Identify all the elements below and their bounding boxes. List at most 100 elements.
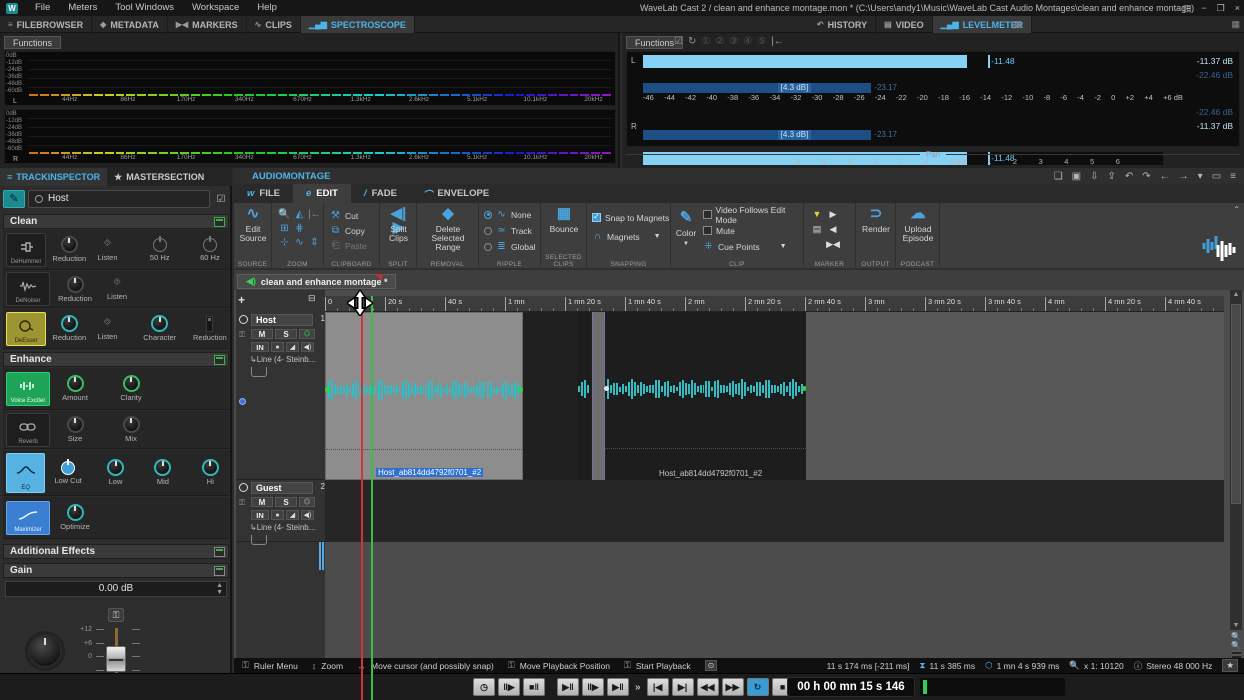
gain-fader-handle[interactable] [106, 646, 126, 672]
go-end-button[interactable]: ▶| [672, 678, 694, 696]
edit-source-button[interactable]: ∿Edit Source [238, 207, 268, 243]
ribbon-collapse-chevron[interactable]: ⌃ [1233, 205, 1240, 214]
spinner-icons[interactable]: ▲▼ [216, 582, 223, 596]
quick-icon[interactable]: ≡ [1230, 171, 1236, 182]
zoom-selection-icon[interactable]: 🔍 [277, 209, 292, 223]
tab-markers[interactable]: ▶◀MARKERS [168, 16, 247, 33]
zoom-stack-icon[interactable]: ⋕ [292, 223, 307, 237]
lm-toolbar-icon[interactable]: ↻ [688, 36, 696, 47]
loop-button[interactable]: ↻ [747, 678, 769, 696]
reverb-tile[interactable]: Reverb [6, 413, 50, 447]
quick-icon[interactable]: → [1179, 171, 1189, 182]
lm-toolbar-icon[interactable]: ④ [743, 36, 752, 47]
add-track-button[interactable]: + [238, 293, 245, 307]
dehummer-60hz-button[interactable]: 60 Hz [191, 238, 229, 262]
exciter-clarity-knob[interactable]: Clarity [110, 375, 152, 402]
clip-unselected[interactable]: Host_ab814dd4792f0701_#2 [605, 312, 806, 480]
play-from-button[interactable]: ‖▶ [498, 678, 520, 696]
lm-toolbar-icon[interactable]: ☑ [674, 36, 683, 47]
time-ruler[interactable]: 020 s40 s1 mn1 mn 20 s1 mn 40 s2 mn2 mn … [325, 296, 1224, 312]
eq-mid-knob[interactable]: Mid [144, 459, 181, 486]
ripple-none-radio[interactable]: ∿None [484, 208, 536, 221]
clip-handle[interactable] [518, 387, 523, 392]
routing-checkbox-icon[interactable]: ☑ [213, 194, 229, 205]
track-name-field[interactable]: Host [28, 190, 210, 208]
trim-icon[interactable] [251, 367, 267, 377]
window-minimize-icon[interactable]: − [1201, 0, 1206, 16]
mute-button[interactable]: M [251, 497, 273, 507]
spectroscope-functions-button[interactable]: Functions [4, 36, 61, 49]
monitor-icon[interactable]: ◢ [286, 342, 299, 352]
render-button[interactable]: ⊃Render [861, 207, 891, 234]
delete-selected-range-button[interactable]: ◆Delete Selected Range [420, 207, 476, 252]
tab-spectroscope[interactable]: ▁▄▆SPECTROSCOPE [301, 16, 415, 33]
dehummer-50hz-button[interactable]: 50 Hz [141, 238, 179, 262]
menu-help[interactable]: Help [248, 0, 286, 16]
rewind-button[interactable]: ◀◀ [697, 678, 719, 696]
ripple-global-radio[interactable]: ≣Global [484, 240, 536, 253]
effects-button[interactable]: ⏣ [299, 497, 315, 507]
quick-icon[interactable]: ↶ [1125, 171, 1133, 182]
quick-icon[interactable]: ▭ [1212, 171, 1221, 182]
marker-list-icon[interactable]: ▤ [809, 224, 825, 239]
envelope-line[interactable] [605, 448, 806, 449]
tab-track-inspector[interactable]: ≡TRACKINSPECTOR [0, 168, 107, 186]
marker-next-icon[interactable]: ▶ [825, 209, 841, 224]
window-icon[interactable] [214, 217, 225, 227]
clip-handle[interactable] [604, 386, 609, 391]
marker-drop-icon[interactable]: ▼ [809, 209, 825, 224]
exciter-amount-knob[interactable]: Amount [54, 375, 96, 402]
clip-fragment[interactable] [577, 312, 591, 480]
vertical-scrollbar[interactable]: ▲▼ [1230, 290, 1242, 630]
window-close-icon[interactable]: × [1235, 0, 1240, 16]
denoiser-reduction-knob[interactable]: Reduction [54, 276, 96, 303]
section-enhance[interactable]: Enhance [3, 352, 229, 367]
ribbon-tab-edit[interactable]: eEDIT [293, 184, 351, 203]
cursor-position[interactable]: ⧗11 s 385 ms [920, 660, 976, 671]
bounce-button[interactable]: ▦Bounce [546, 207, 582, 234]
track-panel-icon[interactable]: ⊟ [308, 293, 316, 304]
track-name[interactable]: Host [251, 314, 313, 326]
transport-more-label[interactable]: » [632, 682, 644, 693]
input-button[interactable]: IN [251, 510, 269, 520]
lm-toolbar-icon[interactable]: ② [715, 36, 724, 47]
magnets-menu[interactable]: ∩Magnets▼ [592, 230, 669, 243]
tab-filebrowser[interactable]: ≡FILEBROWSER [0, 16, 92, 33]
menu-workspace[interactable]: Workspace [183, 0, 248, 16]
input-button[interactable]: IN [251, 342, 269, 352]
rename-icon[interactable]: ✎ [3, 190, 25, 208]
clip-handle[interactable] [325, 387, 330, 392]
guest-track-lane[interactable] [325, 480, 1224, 542]
input-device-label[interactable]: ↳Line (4- Steinb... [250, 355, 315, 364]
window-icon[interactable] [214, 566, 225, 576]
window-maximize-icon[interactable]: ❐ [1217, 0, 1225, 16]
lm-toolbar-icon[interactable]: ③ [729, 36, 738, 47]
window-icon[interactable] [214, 547, 225, 557]
zoom-clip-icon[interactable]: ◭ [292, 209, 307, 223]
cue-points-menu[interactable]: ⁜Cue Points▼ [703, 240, 803, 253]
mute-button[interactable]: M [251, 329, 273, 339]
deesser-character-knob[interactable]: Character [141, 315, 179, 342]
play-post-roll-button[interactable]: ▶‖ [607, 678, 629, 696]
ribbon-tab-envelope[interactable]: ⌒ENVELOPE [410, 184, 502, 203]
tab-metadata[interactable]: ◆METADATA [92, 16, 168, 33]
star-icon[interactable]: ★ [1222, 659, 1238, 672]
menu-tool-windows[interactable]: Tool Windows [106, 0, 183, 16]
zoom-cursor-icon[interactable]: ⊹ [277, 237, 292, 251]
quick-icon[interactable]: ← [1160, 171, 1170, 182]
tab-video[interactable]: ▤VIDEO [876, 16, 933, 33]
eq-hi-knob[interactable]: Hi [192, 459, 229, 486]
host-track-lane[interactable]: Host_ab814dd4792f0701_#2 Host_ab814dd479… [325, 312, 1224, 480]
solo-button[interactable]: S [275, 329, 297, 339]
eq-tile[interactable]: EQ [6, 453, 45, 493]
denoiser-tile[interactable]: DeNoiser [6, 272, 50, 306]
ripple-track-radio[interactable]: ≃Track [484, 224, 536, 237]
go-start-button[interactable]: |◀ [647, 678, 669, 696]
clip-color-button[interactable]: ✎Color▼ [673, 211, 699, 249]
dehummer-reduction-knob[interactable]: Reduction [50, 236, 88, 263]
timecode-button[interactable]: ◷ [473, 678, 495, 696]
speaker-icon[interactable]: ◀) [301, 342, 314, 352]
ribbon-tab-file[interactable]: wFILE [234, 184, 293, 203]
deesser-listen-button[interactable]: ⯑Listen [88, 317, 126, 341]
audio-format[interactable]: ⓘStereo 48 000 Hz [1134, 660, 1213, 672]
